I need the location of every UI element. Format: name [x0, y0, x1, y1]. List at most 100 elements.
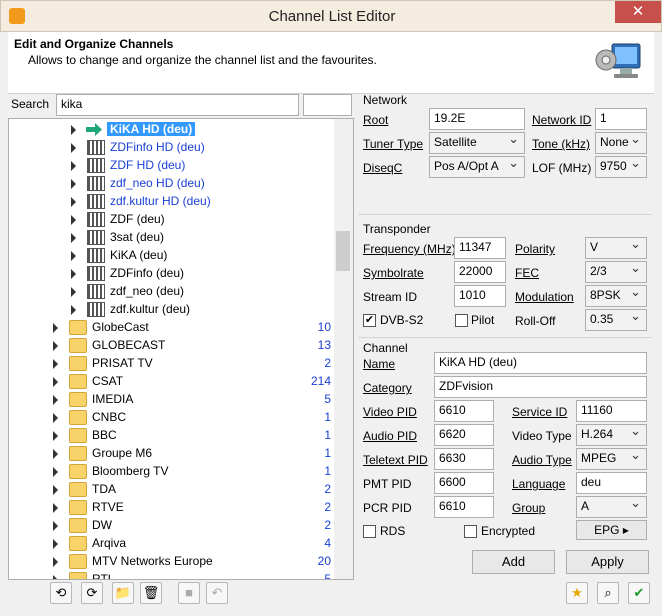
- undo-icon[interactable]: ↶: [206, 582, 228, 604]
- expand-arrow-icon[interactable]: [53, 575, 58, 579]
- save-icon[interactable]: ■: [178, 582, 200, 604]
- tree-folder-row[interactable]: RTL 5: [9, 571, 339, 579]
- tree-channel-row[interactable]: 3sat (deu): [9, 229, 339, 247]
- channel-tree[interactable]: KiKA HD (deu) ZDFinfo HD (deu) ZDF HD (d…: [8, 118, 354, 580]
- pilot-checkbox[interactable]: [455, 314, 468, 327]
- polarity-select[interactable]: V: [585, 236, 647, 259]
- lof-select[interactable]: 9750: [595, 155, 647, 178]
- expand-arrow-icon[interactable]: [71, 269, 76, 279]
- rds-checkbox[interactable]: [363, 525, 376, 538]
- dvbs2-checkbox[interactable]: ✔: [363, 314, 376, 327]
- expand-arrow-icon[interactable]: [53, 377, 58, 387]
- audio-type-select[interactable]: MPEG: [576, 447, 647, 470]
- symbolrate-field[interactable]: 22000: [454, 261, 506, 283]
- video-type-select[interactable]: H.264: [576, 423, 647, 446]
- stream-id-field[interactable]: 1010: [454, 285, 506, 307]
- refresh-icon[interactable]: ⟲: [50, 582, 72, 604]
- tree-folder-row[interactable]: Bloomberg TV 1: [9, 463, 339, 481]
- tree-folder-row[interactable]: CNBC 1: [9, 409, 339, 427]
- refresh-all-icon[interactable]: ⟳: [81, 582, 103, 604]
- expand-arrow-icon[interactable]: [71, 125, 76, 135]
- group-select[interactable]: A: [576, 495, 647, 518]
- expand-arrow-icon[interactable]: [53, 539, 58, 549]
- service-id-field[interactable]: 11160: [576, 400, 647, 422]
- network-id-field[interactable]: 1: [595, 108, 647, 130]
- expand-arrow-icon[interactable]: [53, 449, 58, 459]
- encrypted-checkbox[interactable]: [464, 525, 477, 538]
- expand-arrow-icon[interactable]: [53, 467, 58, 477]
- tree-channel-row[interactable]: zdf_neo (deu): [9, 283, 339, 301]
- tree-channel-row[interactable]: KiKA HD (deu): [9, 121, 339, 139]
- expand-arrow-icon[interactable]: [53, 557, 58, 567]
- expand-arrow-icon[interactable]: [53, 485, 58, 495]
- tree-channel-row[interactable]: ZDFinfo (deu): [9, 265, 339, 283]
- add-button[interactable]: Add: [472, 550, 555, 574]
- delete-icon[interactable]: 🗑: [140, 582, 162, 604]
- tree-folder-row[interactable]: GLOBECAST 13: [9, 337, 339, 355]
- video-pid-field[interactable]: 6610: [434, 400, 494, 422]
- pcr-pid-field[interactable]: 6610: [434, 496, 494, 518]
- audio-pid-field[interactable]: 6620: [434, 424, 494, 446]
- new-folder-icon[interactable]: 📁: [112, 582, 134, 604]
- tree-folder-row[interactable]: DW 2: [9, 517, 339, 535]
- search-filter-input[interactable]: [303, 94, 352, 116]
- video-type-label: Video Type: [512, 429, 572, 443]
- root-field[interactable]: 19.2E: [429, 108, 525, 130]
- expand-arrow-icon[interactable]: [71, 215, 76, 225]
- diseqc-select[interactable]: Pos A/Opt A: [429, 155, 525, 178]
- search-icon[interactable]: ⌕: [597, 582, 619, 604]
- category-field[interactable]: ZDFvision: [434, 376, 647, 398]
- tree-folder-row[interactable]: CSAT 214: [9, 373, 339, 391]
- tree-folder-row[interactable]: PRISAT TV 2: [9, 355, 339, 373]
- expand-arrow-icon[interactable]: [53, 323, 58, 333]
- expand-arrow-icon[interactable]: [53, 341, 58, 351]
- tree-folder-row[interactable]: Arqiva 4: [9, 535, 339, 553]
- search-input[interactable]: kika: [56, 94, 299, 116]
- expand-arrow-icon[interactable]: [71, 143, 76, 153]
- tree-folder-row[interactable]: GlobeCast 10: [9, 319, 339, 337]
- tuner-type-select[interactable]: Satellite: [429, 131, 525, 154]
- tree-channel-row[interactable]: zdf.kultur (deu): [9, 301, 339, 319]
- tree-channel-row[interactable]: KiKA (deu): [9, 247, 339, 265]
- tree-channel-row[interactable]: ZDF (deu): [9, 211, 339, 229]
- tree-folder-row[interactable]: BBC 1: [9, 427, 339, 445]
- tree-folder-row[interactable]: TDA 2: [9, 481, 339, 499]
- expand-arrow-icon[interactable]: [71, 287, 76, 297]
- teletext-pid-field[interactable]: 6630: [434, 448, 494, 470]
- tree-channel-row[interactable]: ZDFinfo HD (deu): [9, 139, 339, 157]
- apply-button[interactable]: Apply: [566, 550, 649, 574]
- expand-arrow-icon[interactable]: [71, 179, 76, 189]
- rolloff-select[interactable]: 0.35: [585, 308, 647, 331]
- expand-arrow-icon[interactable]: [53, 359, 58, 369]
- scrollbar-thumb[interactable]: [336, 231, 350, 271]
- tree-channel-row[interactable]: zdf.kultur HD (deu): [9, 193, 339, 211]
- tree-folder-row[interactable]: IMEDIA 5: [9, 391, 339, 409]
- expand-arrow-icon[interactable]: [71, 233, 76, 243]
- tree-channel-row[interactable]: zdf_neo HD (deu): [9, 175, 339, 193]
- expand-arrow-icon[interactable]: [53, 431, 58, 441]
- expand-arrow-icon[interactable]: [53, 395, 58, 405]
- expand-arrow-icon[interactable]: [53, 521, 58, 531]
- fec-select[interactable]: 2/3: [585, 260, 647, 283]
- frequency-field[interactable]: 11347: [454, 237, 506, 259]
- tree-folder-row[interactable]: Groupe M6 1: [9, 445, 339, 463]
- tree-folder-row[interactable]: MTV Networks Europe 20: [9, 553, 339, 571]
- expand-arrow-icon[interactable]: [53, 413, 58, 423]
- tone-select[interactable]: None: [595, 131, 647, 154]
- name-field[interactable]: KiKA HD (deu): [434, 352, 647, 374]
- epg-button[interactable]: EPG ▸: [576, 520, 647, 540]
- ok-check-icon[interactable]: ✔: [628, 582, 650, 604]
- tree-folder-row[interactable]: RTVE 2: [9, 499, 339, 517]
- tree-scrollbar[interactable]: [334, 119, 353, 579]
- close-button[interactable]: ✕: [615, 1, 661, 23]
- expand-arrow-icon[interactable]: [71, 197, 76, 207]
- favourite-star-icon[interactable]: ★: [566, 582, 588, 604]
- expand-arrow-icon[interactable]: [53, 503, 58, 513]
- language-field[interactable]: deu: [576, 472, 647, 494]
- expand-arrow-icon[interactable]: [71, 161, 76, 171]
- modulation-select[interactable]: 8PSK: [585, 284, 647, 307]
- expand-arrow-icon[interactable]: [71, 251, 76, 261]
- expand-arrow-icon[interactable]: [71, 305, 76, 315]
- tree-channel-row[interactable]: ZDF HD (deu): [9, 157, 339, 175]
- pmt-pid-field[interactable]: 6600: [434, 472, 494, 494]
